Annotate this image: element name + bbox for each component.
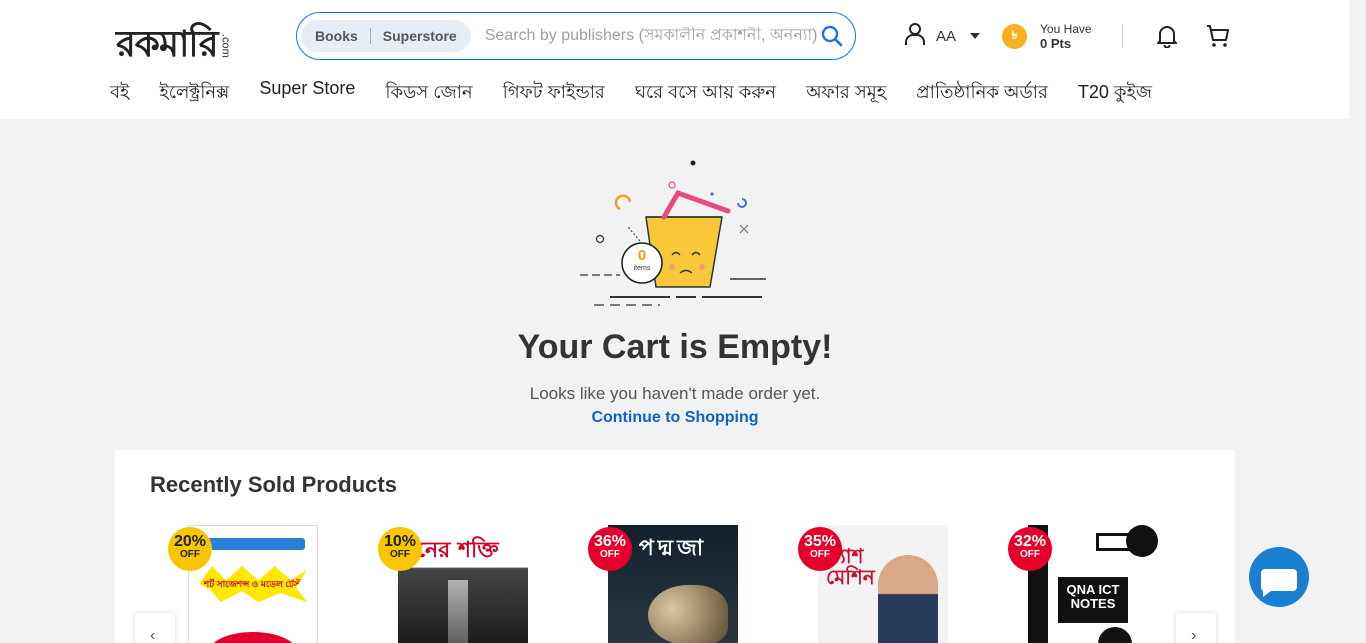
search-tab-books[interactable]: Books [311, 28, 362, 44]
search-tab-superstore[interactable]: Superstore [379, 28, 461, 44]
nav-item-kids-zone[interactable]: কিডস জোন [385, 78, 472, 109]
discount-badge: 36% OFF [588, 527, 632, 571]
search-tab-divider [369, 28, 371, 44]
nav-item-t20-quiz[interactable]: T20 কুইজ [1078, 78, 1152, 109]
product-card[interactable]: 10% OFF মনের শক্তি [378, 525, 528, 643]
empty-cart-subtitle: Looks like you haven't made order yet. [529, 384, 821, 403]
chat-bubble-icon [1260, 569, 1297, 597]
nav-item-earn-from-home[interactable]: ঘরে বসে আয় করুন [635, 78, 776, 109]
main-nav: বই ইলেক্ট্রনিক্স Super Store কিডস জোন গি… [110, 78, 1152, 109]
user-menu[interactable]: AA [904, 22, 981, 51]
coin-icon: ৳ [1002, 24, 1027, 50]
carousel-next-button[interactable]: › [1176, 613, 1216, 643]
search-bar: Books Superstore [296, 12, 856, 60]
bell-icon[interactable] [1156, 24, 1178, 49]
site-header: রকমারি .com Books Superstore AA ৳ You Ha… [0, 0, 1349, 119]
carousel-prev-button[interactable]: ‹ [135, 613, 175, 643]
points-label: You Have [1040, 22, 1092, 36]
user-icon [904, 22, 926, 51]
logo-text: রকমারি [116, 23, 219, 65]
nav-item-electronics[interactable]: ইলেক্ট্রনিক্স [159, 78, 229, 109]
discount-badge: 20% OFF [168, 527, 212, 571]
book-title: শর্ট সাজেশন্স ও মডেল টেস্ট [203, 578, 303, 589]
book-title: QNA ICT NOTES [1066, 582, 1120, 612]
continue-shopping-link[interactable]: Continue to Shopping [455, 409, 895, 427]
discount-badge: 35% OFF [798, 527, 842, 571]
chevron-down-icon [970, 33, 981, 39]
product-card[interactable]: 35% OFF ক্যাশ মেশিন [798, 525, 948, 643]
cart-icon[interactable] [1206, 24, 1230, 48]
recently-sold-section: Recently Sold Products 20% OFF শর্ট সাজে… [115, 450, 1235, 643]
cart-item-count-label: items [633, 265, 651, 272]
product-card[interactable]: 36% OFF পদ্মজা [588, 525, 738, 643]
cart-item-count: 0 [637, 247, 647, 264]
logo-suffix: .com [219, 34, 232, 58]
chevron-right-icon: › [1191, 627, 1197, 643]
section-title: Recently Sold Products [150, 472, 397, 497]
nav-item-gift-finder[interactable]: গিফট ফাইন্ডার [503, 78, 605, 109]
header-divider [1122, 24, 1123, 48]
chat-button[interactable] [1249, 547, 1309, 607]
discount-badge: 10% OFF [378, 527, 422, 571]
user-name: AA [936, 27, 957, 45]
points-value: 0 Pts [1040, 36, 1072, 52]
nav-item-super-store[interactable]: Super Store [259, 78, 355, 109]
site-logo[interactable]: রকমারি .com [116, 12, 236, 62]
reward-points[interactable]: ৳ You Have 0 Pts [1002, 22, 1092, 52]
discount-badge: 32% OFF [1008, 527, 1052, 571]
chevron-left-icon: ‹ [150, 627, 156, 643]
empty-cart-title: Your Cart is Empty! [517, 328, 833, 366]
nav-item-books[interactable]: বই [110, 78, 129, 109]
search-input[interactable] [484, 27, 821, 45]
search-icon[interactable] [821, 25, 843, 47]
empty-cart-panel: 0 items Your Cart is Empty! Looks like y… [455, 119, 895, 479]
nav-item-institutional-order[interactable]: প্রাতিষ্ঠানিক অর্ডার [916, 78, 1048, 109]
search-scope-tabs: Books Superstore [301, 20, 471, 52]
product-card[interactable]: 20% OFF শর্ট সাজেশন্স ও মডেল টেস্ট [168, 525, 318, 643]
product-card[interactable]: 32% OFF QNA ICT NOTES [1008, 525, 1158, 643]
nav-item-offers[interactable]: অফার সমূহ [806, 78, 886, 109]
empty-basket-illustration: 0 items [580, 157, 770, 312]
